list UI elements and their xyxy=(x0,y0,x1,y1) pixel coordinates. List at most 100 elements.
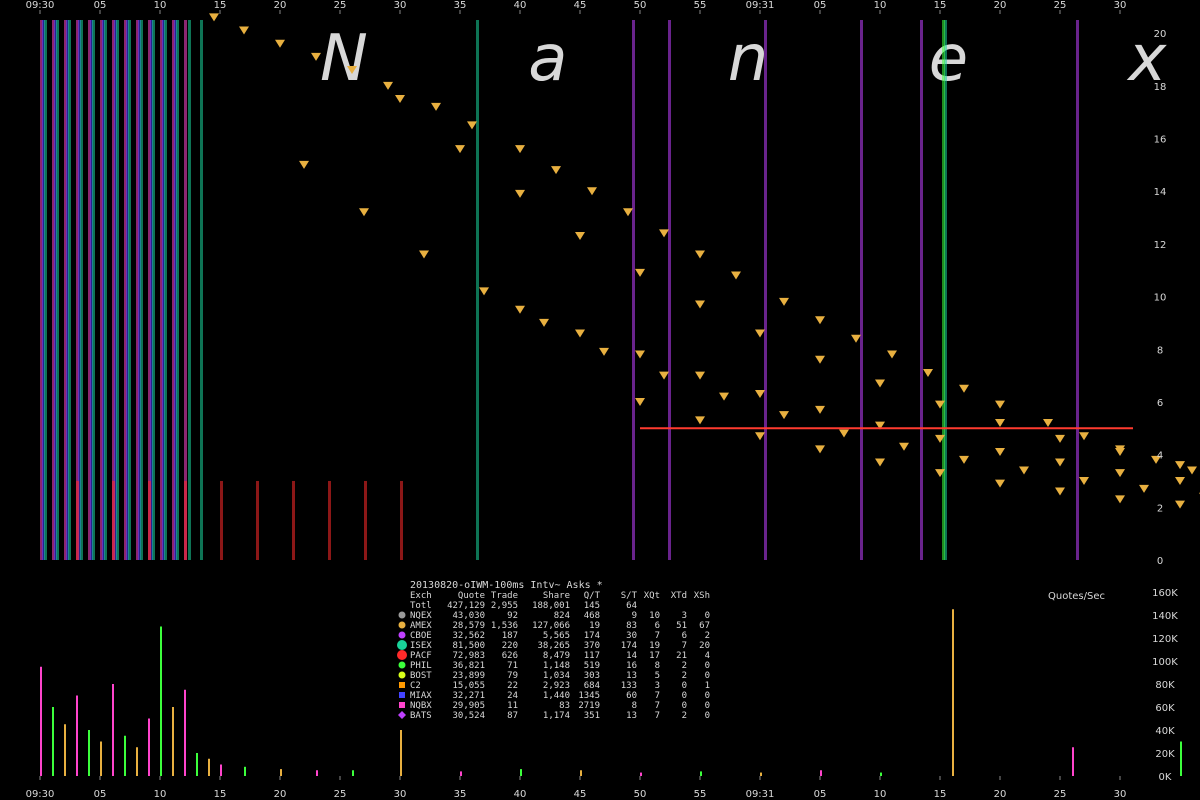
exchange-band-mark xyxy=(220,480,223,560)
quote-rate-bar xyxy=(280,769,282,776)
quote-rate-bar xyxy=(700,771,702,776)
exchange-band-mark xyxy=(56,20,59,560)
exchange-band-mark xyxy=(184,480,187,560)
quote-rate-bar xyxy=(208,758,210,776)
quote-rate-bar xyxy=(1072,747,1074,776)
stats-cell: 1,440 xyxy=(543,691,570,701)
stats-total-cell: 64 xyxy=(626,601,637,611)
stats-cell: 19 xyxy=(649,641,660,651)
quote-rate-bar xyxy=(124,735,126,776)
bottom-x-tick-label: 25 xyxy=(334,789,347,800)
exchange-band-mark xyxy=(200,20,203,560)
stats-cell: 30 xyxy=(626,631,637,641)
top-x-tick-label: 10 xyxy=(874,0,887,11)
stats-cell: 29,905 xyxy=(452,701,485,711)
stats-cell: 174 xyxy=(621,641,637,651)
watermark-text: N a n e x xyxy=(320,22,1200,96)
exchange-band-mark xyxy=(188,20,191,560)
exchange-band-mark xyxy=(76,480,79,560)
stats-cell: 1,174 xyxy=(543,711,570,721)
top-y-tick-label: 10 xyxy=(1154,293,1167,304)
top-x-tick-label: 50 xyxy=(634,0,647,11)
stats-cell: 14 xyxy=(626,651,637,661)
bottom-x-tick-label: 55 xyxy=(694,789,707,800)
stats-cell: 2 xyxy=(682,661,687,671)
top-x-tick-label: 55 xyxy=(694,0,707,11)
stats-cell: 1,536 xyxy=(491,621,518,631)
bottom-y-tick-label: 100K xyxy=(1152,657,1178,668)
exchange-band-mark xyxy=(668,20,671,560)
stats-header-cell: XQt xyxy=(644,591,660,601)
stats-header-cell: Trade xyxy=(491,591,518,601)
stats-cell: AMEX xyxy=(410,621,432,631)
quote-rate-bar xyxy=(460,771,462,776)
stats-header-cell: Exch xyxy=(410,591,432,601)
stats-cell: 7 xyxy=(655,701,660,711)
quote-rate-bar xyxy=(820,770,822,776)
stats-cell: 32,562 xyxy=(452,631,485,641)
quote-rate-bar xyxy=(220,764,222,776)
exchange-band-mark xyxy=(112,480,115,560)
stats-cell: 87 xyxy=(507,711,518,721)
stats-cell: 7 xyxy=(682,641,687,651)
stats-cell: 117 xyxy=(584,651,600,661)
stats-cell: 43,030 xyxy=(452,611,485,621)
stats-cell: 127,066 xyxy=(532,621,570,631)
quote-rate-bar xyxy=(136,747,138,776)
stats-cell: 6 xyxy=(655,621,660,631)
stats-cell: 2 xyxy=(682,671,687,681)
top-x-tick-label: 15 xyxy=(934,0,947,11)
exchange-marker-icon xyxy=(397,650,407,660)
stats-cell: 81,500 xyxy=(452,641,485,651)
bottom-x-tick-label: 40 xyxy=(514,789,527,800)
stats-cell: 0 xyxy=(705,711,710,721)
stats-cell: 5 xyxy=(655,671,660,681)
exchange-marker-icon xyxy=(399,682,405,688)
stats-cell: 60 xyxy=(626,691,637,701)
exchange-marker-icon xyxy=(398,621,406,629)
exchange-band-mark xyxy=(632,20,635,560)
stats-cell: NQEX xyxy=(410,611,432,621)
stats-cell: 32,271 xyxy=(452,691,485,701)
quote-rate-bar xyxy=(640,772,642,776)
exchange-band-mark xyxy=(152,20,155,560)
stats-cell: BATS xyxy=(410,711,432,721)
bottom-x-tick-label: 50 xyxy=(634,789,647,800)
bottom-x-tick-label: 05 xyxy=(814,789,827,800)
top-x-tick-label: 15 xyxy=(214,0,227,11)
bottom-x-tick-label: 30 xyxy=(1114,789,1127,800)
quote-rate-bar xyxy=(316,770,318,776)
top-x-tick-label: 25 xyxy=(334,0,347,11)
stats-cell: 13 xyxy=(626,671,637,681)
top-x-tick-label: 05 xyxy=(94,0,107,11)
bottom-x-tick-label: 35 xyxy=(454,789,467,800)
quote-rate-bar xyxy=(400,730,402,776)
stats-cell: 370 xyxy=(584,641,600,651)
top-x-tick-label: 35 xyxy=(454,0,467,11)
exchange-band-mark xyxy=(764,20,767,560)
exchange-band-mark xyxy=(148,480,151,560)
stats-cell: PHIL xyxy=(410,661,432,671)
nanex-chart: N a n e x 09:3009:3005051010151520202525… xyxy=(0,0,1200,800)
bottom-x-tick-label: 10 xyxy=(154,789,167,800)
quote-rate-bar xyxy=(52,707,54,776)
stats-header-cell: Share xyxy=(543,591,570,601)
stats-cell: 7 xyxy=(655,691,660,701)
top-x-tick-label: 10 xyxy=(154,0,167,11)
stats-cell: 0 xyxy=(705,691,710,701)
quote-rate-bar xyxy=(112,684,114,776)
bottom-x-tick-label: 20 xyxy=(274,789,287,800)
stats-cell: 174 xyxy=(584,631,600,641)
top-y-tick-label: 2 xyxy=(1157,503,1163,514)
top-x-tick-label: 20 xyxy=(994,0,1007,11)
stats-cell: 79 xyxy=(507,671,518,681)
stats-cell: 2 xyxy=(705,631,710,641)
stats-cell: 1,034 xyxy=(543,671,570,681)
exchange-band-mark xyxy=(116,20,119,560)
quote-rate-bar xyxy=(196,753,198,776)
stats-cell: 21 xyxy=(676,651,687,661)
quote-rate-bar xyxy=(1180,741,1182,776)
stats-total-cell: 427,129 xyxy=(447,601,485,611)
stats-cell: 468 xyxy=(584,611,600,621)
exchange-marker-icon xyxy=(398,611,406,619)
